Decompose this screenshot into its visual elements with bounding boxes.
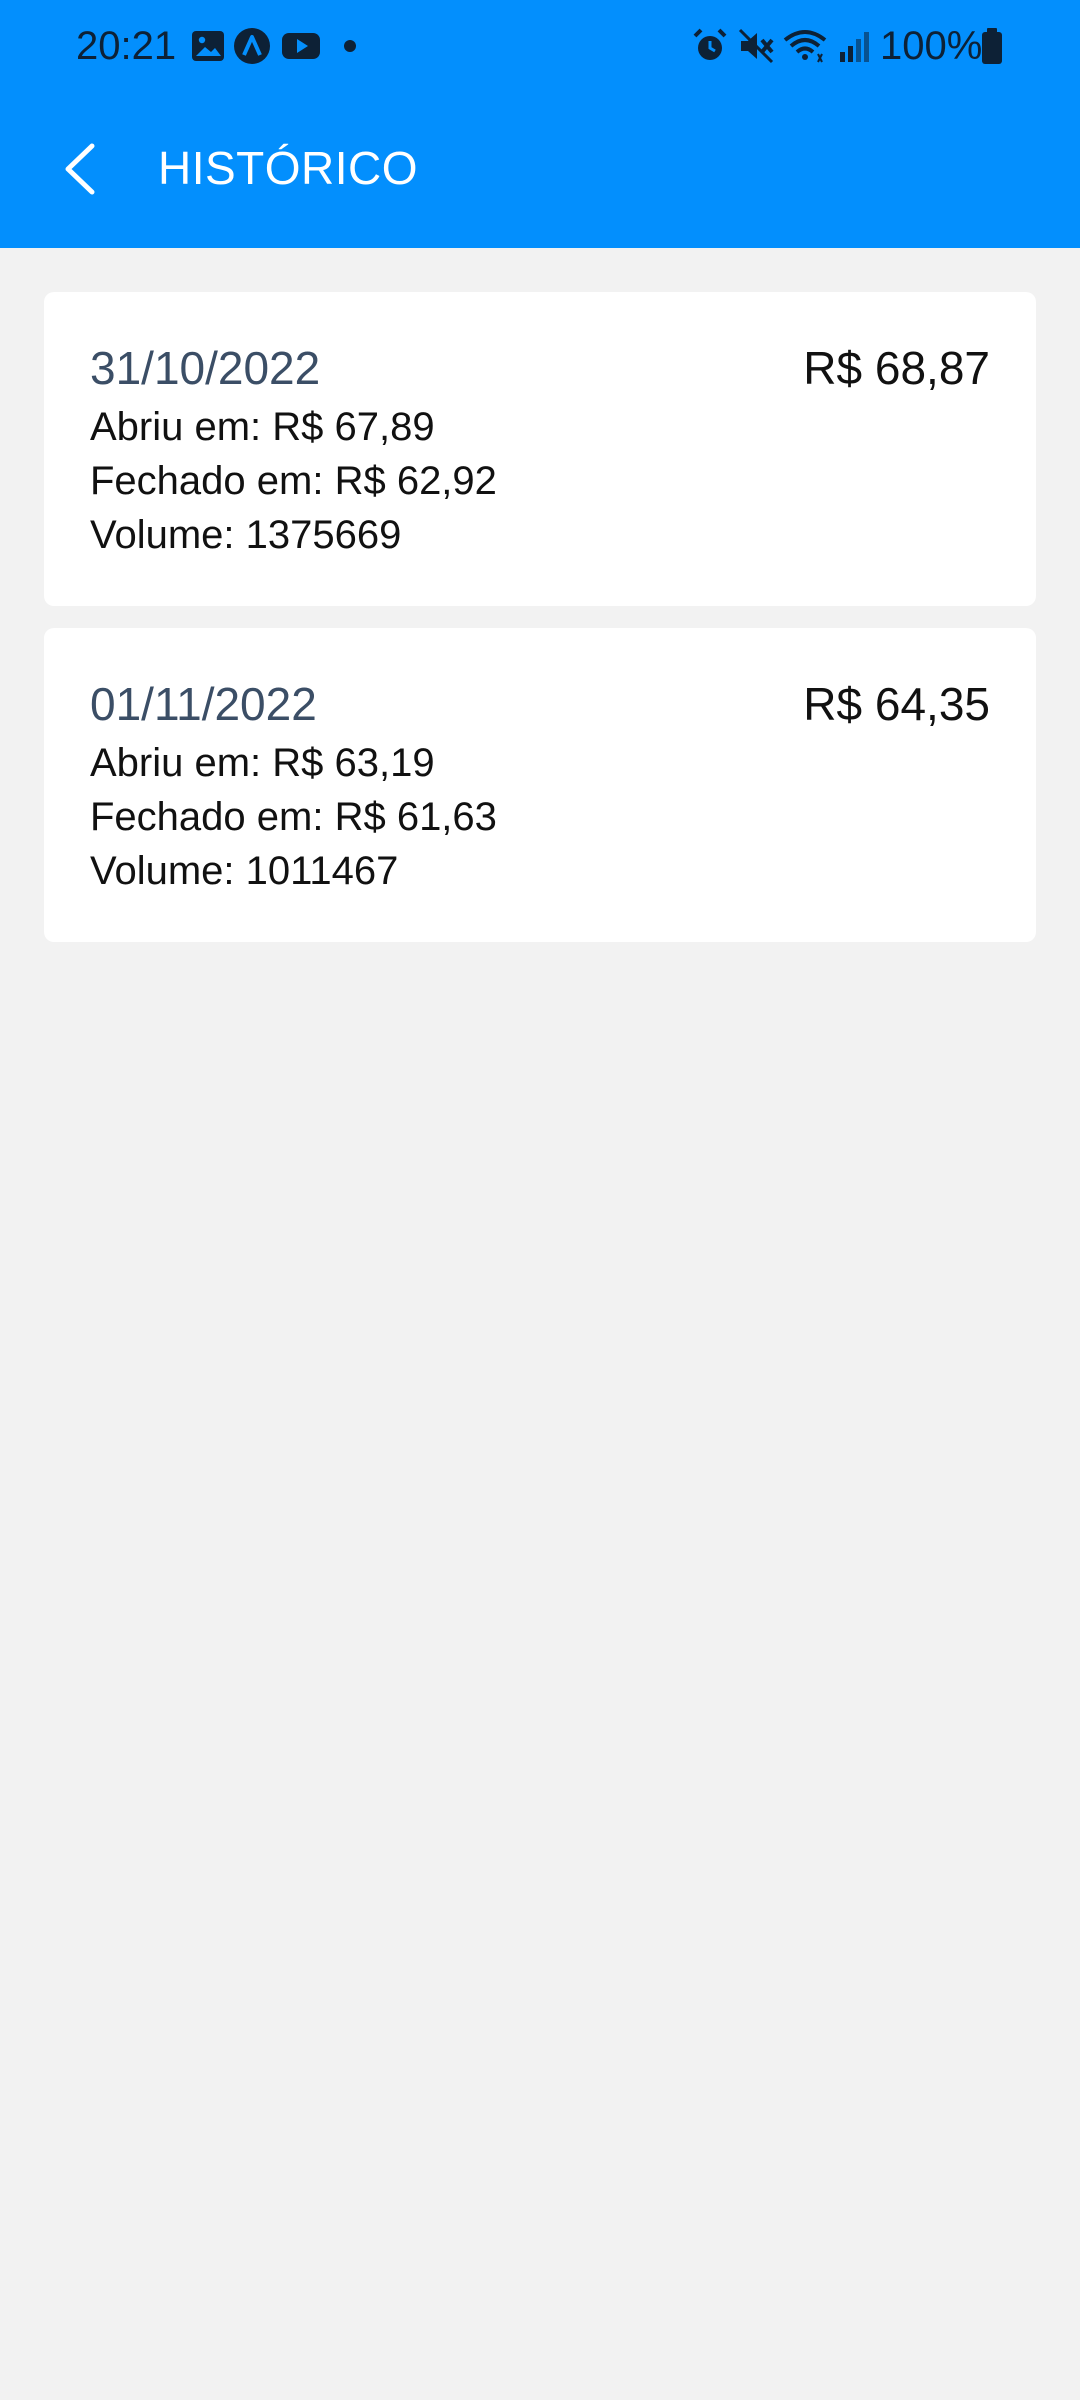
history-volume: Volume: 1011467 [90,849,399,893]
mute-icon [738,28,774,64]
gallery-icon [192,31,224,61]
status-bar: 20:21 100% [0,0,1080,92]
history-list: 31/10/2022 R$ 68,87 Abriu em: R$ 67,89 F… [44,292,1036,964]
battery-percent: 100% [880,24,983,68]
history-volume: Volume: 1375669 [90,513,402,557]
history-price: R$ 68,87 [803,342,990,394]
page-title: HISTÓRICO [158,142,419,194]
youtube-icon [282,33,320,59]
battery-icon [982,28,1002,64]
history-date: 01/11/2022 [90,678,317,730]
back-arrow-icon[interactable] [46,134,116,204]
app-header: HISTÓRICO [0,92,1080,248]
status-time: 20:21 [76,24,177,68]
history-price: R$ 64,35 [803,678,990,730]
history-opened: Abriu em: R$ 67,89 [90,405,435,449]
signal-icon [840,32,869,62]
history-closed: Fechado em: R$ 62,92 [90,459,497,503]
wifi-icon [783,30,827,63]
alarm-icon [693,28,727,60]
dot-icon [344,40,356,52]
history-opened: Abriu em: R$ 63,19 [90,741,435,785]
history-closed: Fechado em: R$ 61,63 [90,795,497,839]
app-a-icon [234,28,270,64]
history-card[interactable]: 31/10/2022 R$ 68,87 Abriu em: R$ 67,89 F… [44,292,1036,606]
history-date: 31/10/2022 [90,342,321,394]
top-bar: 20:21 100% HISTÓRICO [0,0,1080,248]
history-card[interactable]: 01/11/2022 R$ 64,35 Abriu em: R$ 63,19 F… [44,628,1036,942]
